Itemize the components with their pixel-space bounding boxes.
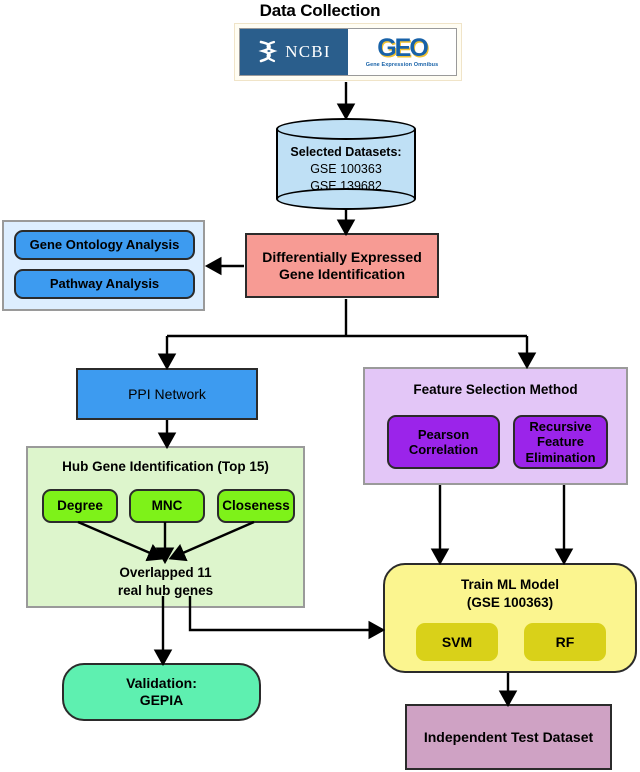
differentially-expressed-gene-identification-node[interactable]: Differentially Expressed Gene Identifica… [245,233,439,298]
deg-line-1: Differentially Expressed [262,248,422,265]
dataset-id: GSE 139682 [310,178,382,193]
overlapped-line-1: Overlapped 11 [119,565,212,580]
overlapped-hub-genes-result: Overlapped 11 real hub genes [28,564,303,599]
ncbi-logo: NCBI [240,29,348,75]
rf-model-box[interactable]: RF [524,623,606,661]
closeness-metric-box[interactable]: Closeness [217,489,295,523]
train-ml-model-heading: Train ML Model (GSE 100363) [385,576,635,611]
hub-gene-identification-panel: Hub Gene Identification (Top 15) Degree … [26,446,305,608]
svm-model-box[interactable]: SVM [416,623,498,661]
validation-line-1: Validation: [126,675,197,692]
gene-ontology-analysis-box[interactable]: Gene Ontology Analysis [14,230,195,260]
enrichment-analysis-panel: Gene Ontology Analysis Pathway Analysis [2,220,205,311]
validation-line-2: GEPIA [139,692,184,708]
svm-label: SVM [441,633,473,650]
rfe-line-1: Recursive [529,419,592,434]
pathway-analysis-box[interactable]: Pathway Analysis [14,269,195,299]
independent-test-dataset-node[interactable]: Independent Test Dataset [405,704,612,770]
geo-subtitle: Gene Expression Omnibus [365,62,439,68]
degree-label: Degree [57,498,103,514]
ncbi-helix-icon [258,40,278,63]
deg-line-2: Gene Identification [278,265,405,282]
closeness-label: Closeness [222,498,290,514]
ncbi-label: NCBI [285,42,331,61]
independent-test-dataset-label: Independent Test Dataset [423,728,594,745]
feature-selection-panel: Feature Selection Method Pearson Correla… [363,367,628,485]
ppi-network-label: PPI Network [128,385,206,402]
train-ml-line-1: Train ML Model [460,577,559,592]
dataset-id: GSE 100363 [310,161,382,176]
train-ml-model-node[interactable]: Train ML Model (GSE 100363) SVM RF [383,563,637,673]
rf-label: RF [555,633,575,650]
logo-inner: NCBI GEO Gene Expression Omnibus [239,28,457,76]
train-ml-line-2: (GSE 100363) [466,594,554,610]
pearson-line-2: Correlation [408,442,479,457]
recursive-feature-elimination-box[interactable]: Recursive Feature Elimination [513,415,608,469]
flowchart-canvas: Data Collection NCBI GEO Gene Expression… [0,0,640,772]
degree-metric-box[interactable]: Degree [42,489,118,523]
data-collection-logo-panel: NCBI GEO Gene Expression Omnibus [234,23,462,81]
validation-gepia-node[interactable]: Validation: GEPIA [62,663,261,721]
pathway-analysis-label: Pathway Analysis [49,276,160,292]
geo-logo: GEO Gene Expression Omnibus [348,29,456,75]
ppi-network-node[interactable]: PPI Network [76,368,258,420]
rfe-line-3: Elimination [525,449,596,465]
cylinder-top-ellipse [276,118,416,140]
pearson-correlation-box[interactable]: Pearson Correlation [387,415,500,469]
gene-ontology-analysis-label: Gene Ontology Analysis [29,237,180,253]
mnc-label: MNC [151,498,183,514]
hub-gene-panel-title: Hub Gene Identification (Top 15) [62,459,269,474]
overlapped-line-2: real hub genes [117,582,214,598]
selected-datasets-label: Selected Datasets: GSE 100363 GSE 139682 [276,144,416,195]
selected-datasets-database-node: Selected Datasets: GSE 100363 GSE 139682 [276,118,416,210]
feature-selection-title: Feature Selection Method [413,382,578,397]
rfe-line-2: Feature [537,434,584,450]
mnc-metric-box[interactable]: MNC [129,489,205,523]
datasets-heading: Selected Datasets: [290,145,402,159]
page-title: Data Collection [259,1,381,20]
geo-wordmark: GEO [377,34,429,62]
pearson-line-1: Pearson [417,426,470,442]
